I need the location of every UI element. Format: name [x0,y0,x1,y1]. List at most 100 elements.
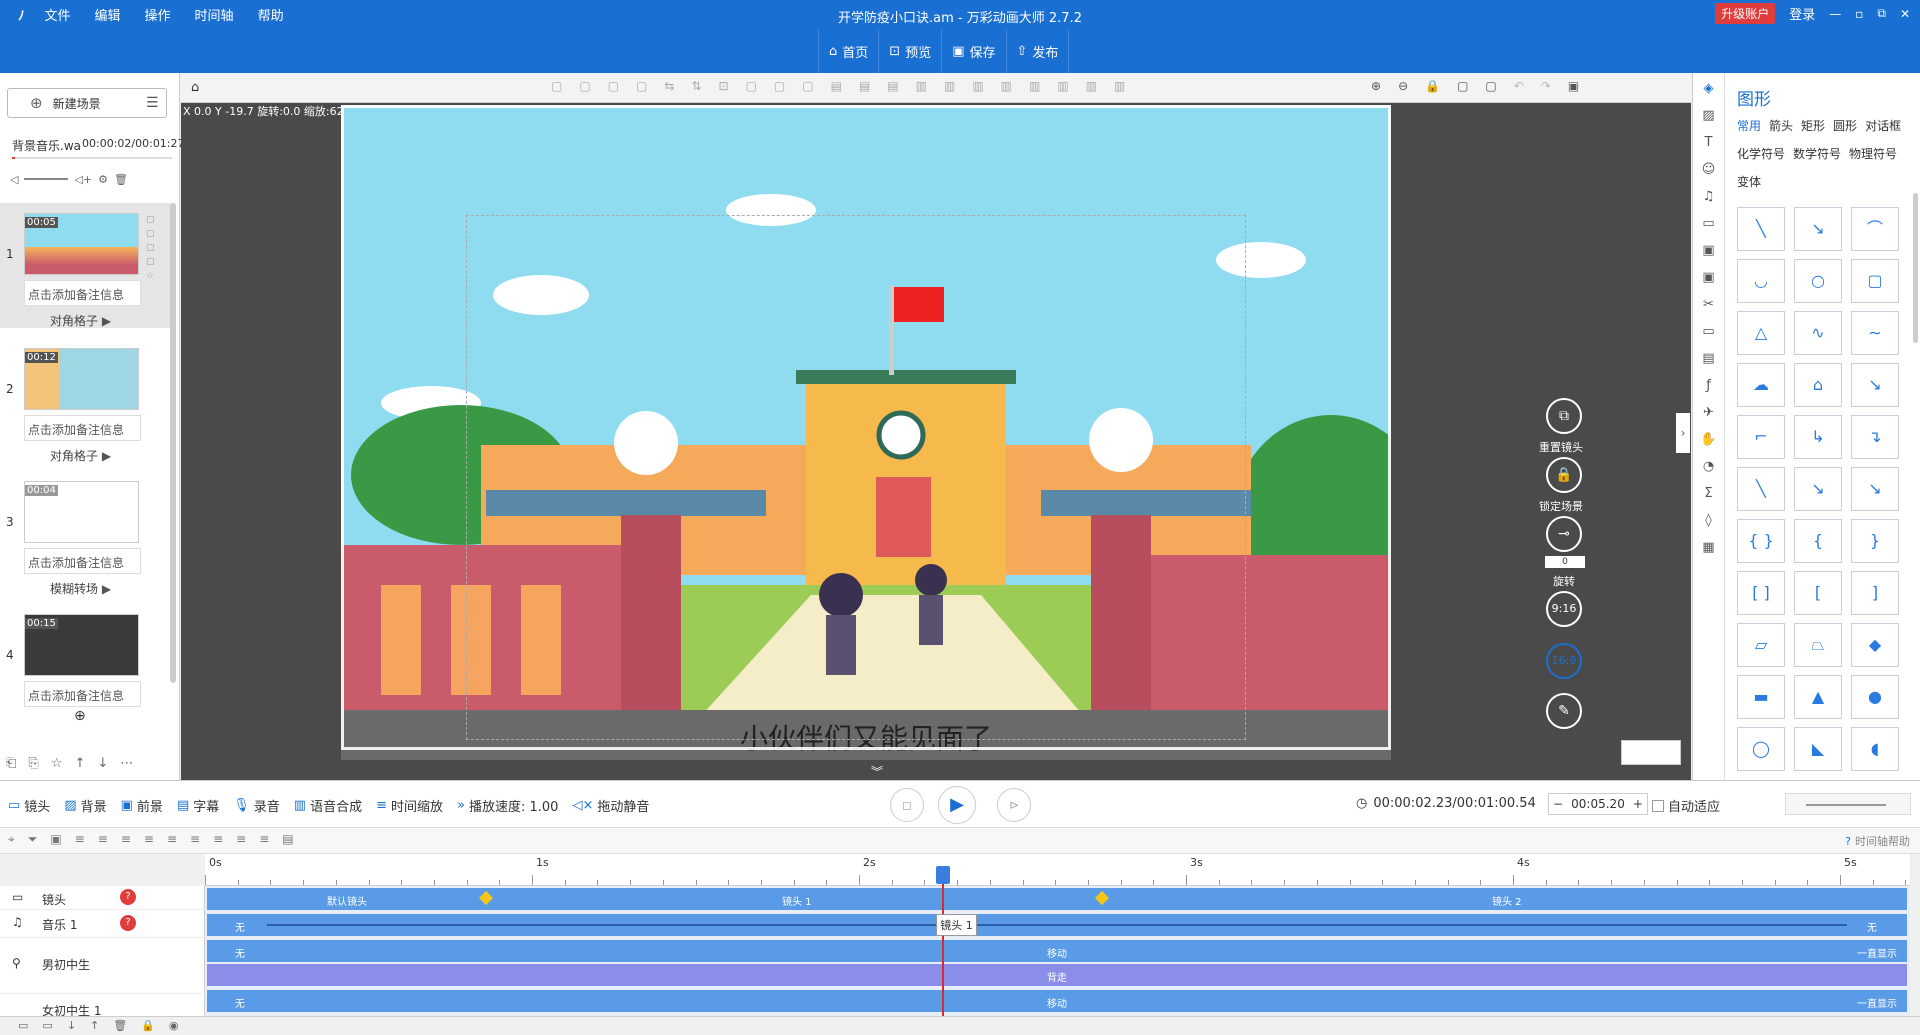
scene-item[interactable]: 2 00:12 点击添加备注信息 对角格子 ▶ [0,338,172,463]
trash-icon[interactable]: ▢ [774,79,785,93]
tool-icon[interactable]: ✂ [1703,297,1714,312]
error-icon[interactable]: ? [120,915,136,931]
keyframe-diamond[interactable] [1094,890,1110,906]
tab-common[interactable]: 常用 [1737,117,1761,134]
add-layer-icon[interactable]: ▭ [18,1019,28,1032]
align-left-icon[interactable]: ▤ [831,79,842,93]
align-icon[interactable]: ≡ [259,832,269,847]
shape-cell[interactable]: ╲ [1737,467,1785,511]
distribute-v-icon[interactable]: ▥ [1029,79,1040,93]
film-icon[interactable]: ▤ [1702,351,1714,366]
volume-down-icon[interactable]: ◁ [10,173,18,186]
distribute-h-icon[interactable]: ▥ [1001,79,1012,93]
import-icon[interactable]: ⎗ [6,756,16,771]
align-middle-icon[interactable]: ▥ [944,79,955,93]
transition-label[interactable]: 对角格子 ▶ [50,447,111,464]
delete-icon[interactable]: 🗑 [114,173,128,186]
stage[interactable]: 小伙伴们又能见面了 [341,105,1391,760]
playhead-handle[interactable] [936,866,951,884]
ungroup-icon[interactable]: ▢ [579,79,590,93]
bubble-icon[interactable]: ▭ [1702,216,1714,231]
shape-cell[interactable]: ⌒ [1851,207,1899,251]
track-row[interactable]: ⚲ 男初中生 [0,938,205,994]
redo-icon[interactable]: ↷ [1541,79,1551,93]
time-scale-tool[interactable]: ≡ 时间缩放 [376,796,443,815]
drag-mute-tool[interactable]: ◁× 拖动静音 [572,796,649,815]
volume-slider[interactable] [24,178,69,180]
restore-down-button[interactable]: ⧉ [1877,6,1886,21]
folder-icon[interactable]: ▭ [42,1019,52,1032]
trash-icon[interactable]: 🗑 [113,1019,127,1032]
export-icon[interactable]: ▢ [146,257,155,267]
transition-label[interactable]: 模糊转场 ▶ [50,580,111,597]
hand-icon[interactable]: ✋ [1700,432,1716,447]
lock-icon[interactable]: 🔒 [1425,79,1440,93]
music-track-bar[interactable]: 无 无 [207,914,1907,936]
shape-cell[interactable]: ▲ [1794,675,1842,719]
tab-rectangle[interactable]: 矩形 [1801,117,1825,134]
copy-icon[interactable]: ▢ [146,215,155,225]
export-icon[interactable]: ⎘ [28,756,38,771]
edit-icon[interactable]: ▤ [282,832,293,847]
shape-cell[interactable]: ☁ [1737,363,1785,407]
tab-math[interactable]: 数学符号 [1793,145,1841,162]
bgm-progress[interactable] [12,157,172,159]
shape-cell[interactable]: ▬ [1737,675,1785,719]
tab-physics[interactable]: 物理符号 [1849,145,1897,162]
paste-icon[interactable]: ▢ [1485,79,1496,93]
scene-note[interactable]: 点击添加备注信息 [24,681,141,707]
shape-cell[interactable]: ● [1851,675,1899,719]
align-icon[interactable]: ≡ [121,832,131,847]
drop-icon[interactable]: ◊ [1705,513,1711,528]
delete-icon[interactable]: ▢ [146,229,155,239]
stop-button[interactable]: ◻ [890,788,924,822]
align-top-icon[interactable]: ▥ [916,79,927,93]
shape-cell[interactable]: ↘ [1794,467,1842,511]
crop-icon[interactable]: ▢ [746,79,757,93]
shape-cell[interactable]: ╲ [1737,207,1785,251]
align-bottom-icon[interactable]: ▥ [972,79,983,93]
move-down-icon[interactable]: ↓ [97,756,108,771]
shape-cell[interactable]: ▢ [1851,259,1899,303]
shape-cell[interactable]: [ [1794,571,1842,615]
target-icon[interactable]: ⌖ [8,832,15,847]
preview-button[interactable]: ⊡ 预览 [878,29,941,73]
tab-variant[interactable]: 变体 [1737,175,1761,189]
align-icon[interactable]: ≡ [236,832,246,847]
center-icon[interactable]: ▥ [1114,79,1125,93]
shape-cell[interactable]: △ [1737,311,1785,355]
girl-move-bar[interactable]: 无 移动 一直显示 [207,990,1907,1012]
align-icon[interactable]: ≡ [213,832,223,847]
scene-item[interactable]: 1 00:05 点击添加备注信息 对角格子 ▶ ▢ ▢ ▢ ▢ ☆ [0,203,172,328]
shape-cell[interactable]: [ ] [1737,571,1785,615]
shape-icon[interactable]: ◈ [1704,81,1714,96]
add-scene-icon[interactable]: ⊕ [74,708,86,724]
scene-item[interactable]: 4 00:15 点击添加备注信息 [0,604,172,714]
layer-icon[interactable]: ▢ [802,79,813,93]
subtitle-tool[interactable]: ▤ 字幕 [177,796,219,815]
copy-icon[interactable]: ▢ [608,79,619,93]
scene-thumbnail[interactable]: 00:15 [24,614,139,676]
scene-list-menu-icon[interactable]: ☰ [146,95,159,111]
timeline-zoom-slider[interactable] [1785,793,1911,815]
edit-pen-button[interactable]: ✎ [1546,693,1582,729]
scene-note[interactable]: 点击添加备注信息 [24,415,141,441]
character-icon[interactable]: ☺ [1702,162,1716,177]
undo-icon[interactable]: ↶ [1514,79,1524,93]
upgrade-button[interactable]: 升级账户 [1715,3,1776,24]
star-icon[interactable]: ☆ [146,271,155,281]
shape-cell[interactable]: ↴ [1851,415,1899,459]
settings-icon[interactable]: ⚙ [98,173,108,186]
lock-scene-button[interactable]: 🔒 [1546,457,1582,493]
selection-box[interactable] [466,215,1246,740]
screenshot-icon[interactable]: ▣ [1568,79,1579,93]
save-button[interactable]: ▣ 保存 [941,29,1005,73]
align-right-icon[interactable]: ▤ [887,79,898,93]
image-icon[interactable]: ▨ [1702,108,1714,123]
picture-icon[interactable]: ▣ [1702,270,1714,285]
shape-cell[interactable]: ⌂ [1794,363,1842,407]
shape-cell[interactable]: ⏢ [1794,623,1842,667]
tts-tool[interactable]: ▥ 语音合成 [294,796,362,815]
volume-up-icon[interactable]: ◁+ [74,173,92,186]
zoom-out-icon[interactable]: ⊖ [1398,79,1408,93]
